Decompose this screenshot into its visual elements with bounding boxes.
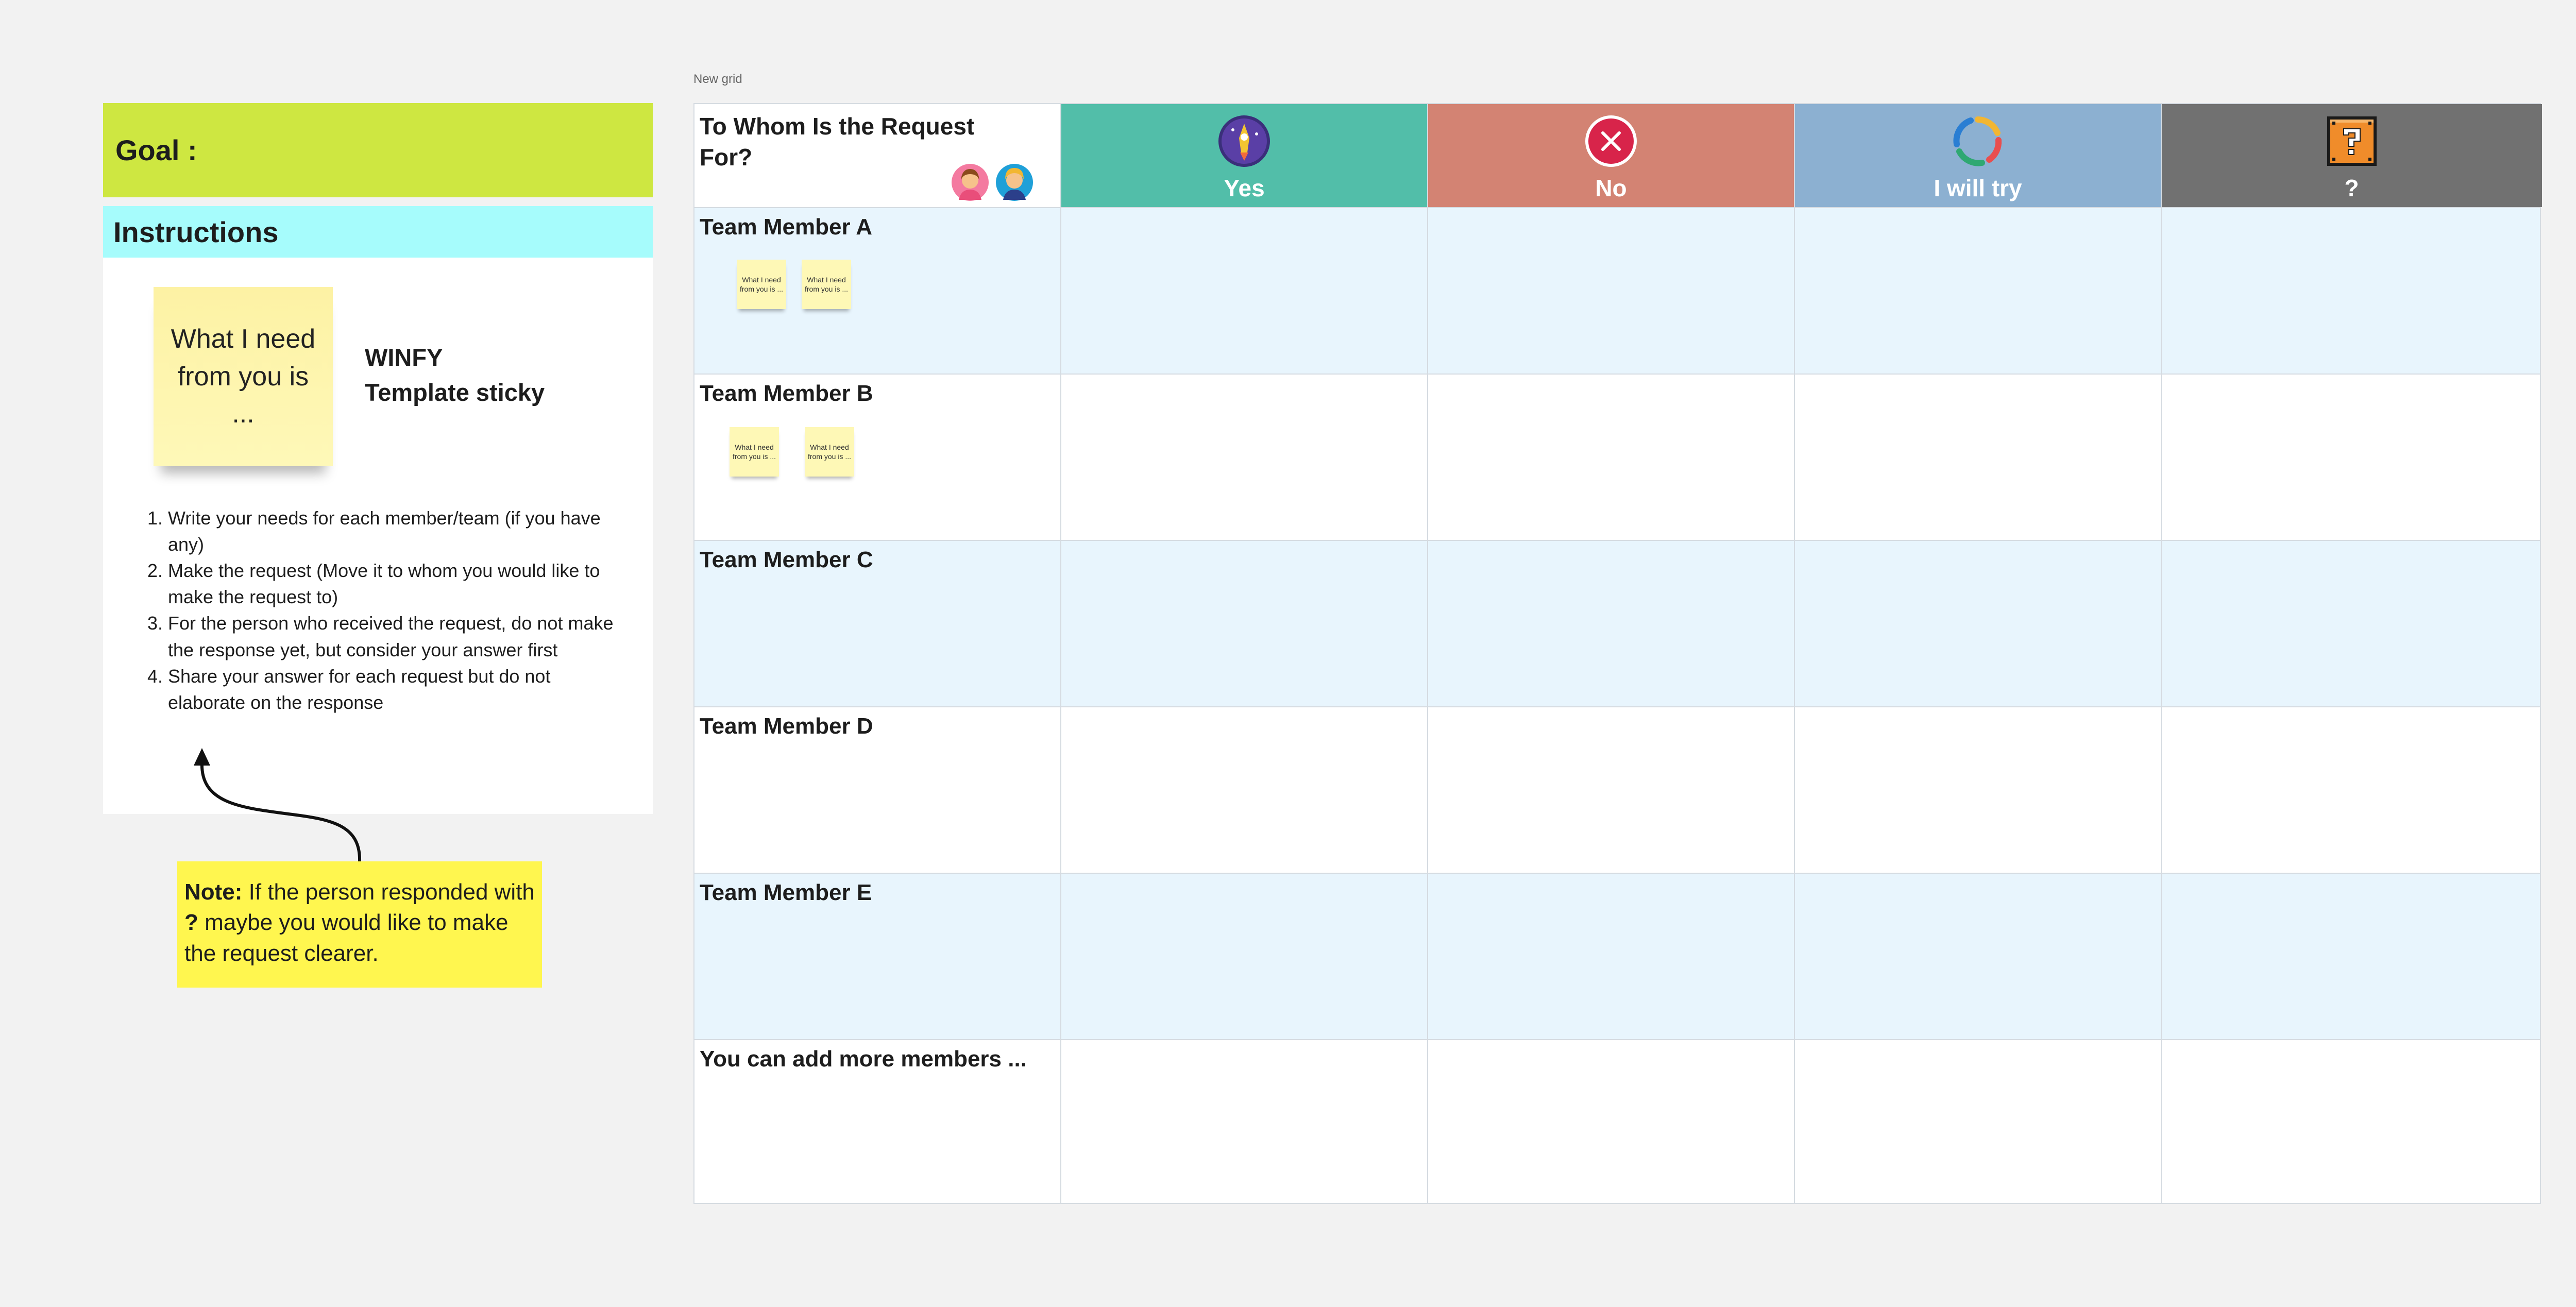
grid-caption[interactable]: New grid bbox=[693, 72, 742, 87]
corner-title: To Whom Is the Request For? bbox=[700, 113, 975, 171]
instructions-header[interactable]: Instructions bbox=[103, 206, 653, 258]
response-grid[interactable]: To Whom Is the Request For? Yes No I wil… bbox=[693, 103, 2542, 1204]
column-label-i-will-try: I will try bbox=[1934, 175, 2022, 201]
row-label: Team Member D bbox=[700, 714, 873, 739]
grid-divider bbox=[1060, 104, 1061, 1203]
grid-row-team-member-b[interactable]: Team Member B What I need from you is ..… bbox=[694, 374, 2540, 540]
row-label: Team Member B bbox=[700, 381, 873, 406]
note-bold-label: Note: bbox=[184, 879, 243, 905]
row-label: Team Member E bbox=[700, 880, 872, 905]
grid-row-add-more[interactable]: You can add more members ... bbox=[694, 1039, 2540, 1203]
grid-row-team-member-d[interactable]: Team Member D bbox=[694, 706, 2540, 873]
mini-sticky-note[interactable]: What I need from you is ... bbox=[730, 427, 779, 477]
note-question-mark: ? bbox=[184, 910, 198, 936]
template-sticky-note[interactable]: What I need from you is ... bbox=[154, 287, 333, 466]
winfy-title: WINFY bbox=[365, 344, 443, 371]
instruction-step: Write your needs for each member/team (i… bbox=[168, 505, 629, 557]
template-sticky-text: What I need from you is ... bbox=[171, 324, 316, 429]
instruction-step: Make the request (Move it to whom you wo… bbox=[168, 557, 629, 610]
red-x-circle-icon bbox=[1585, 115, 1637, 167]
note-text-before: If the person responded with bbox=[242, 879, 535, 905]
column-label-yes: Yes bbox=[1224, 175, 1265, 201]
rocket-badge-icon bbox=[1218, 115, 1270, 167]
grid-divider bbox=[2161, 104, 2162, 1203]
mini-sticky-note[interactable]: What I need from you is ... bbox=[802, 260, 851, 309]
instruction-steps: Write your needs for each member/team (i… bbox=[139, 505, 629, 716]
grid-corner-header[interactable]: To Whom Is the Request For? bbox=[694, 104, 1061, 207]
grid-divider bbox=[1427, 104, 1428, 1203]
avatar-group bbox=[951, 163, 1034, 202]
grid-row-team-member-c[interactable]: Team Member C bbox=[694, 540, 2540, 706]
curved-arrow-connector[interactable] bbox=[185, 747, 371, 871]
goal-header[interactable]: Goal : bbox=[103, 103, 653, 197]
note-text-after: maybe you would like to make the request… bbox=[184, 910, 509, 966]
row-label: Team Member A bbox=[700, 214, 872, 240]
grid-divider bbox=[1794, 104, 1795, 1203]
winfy-template-label: WINFY Template sticky bbox=[365, 340, 622, 410]
column-header-question[interactable]: ? bbox=[2161, 104, 2542, 207]
winfy-subtitle: Template sticky bbox=[365, 379, 545, 406]
row-label: Team Member C bbox=[700, 547, 873, 572]
mini-sticky-text: What I need from you is ... bbox=[732, 443, 776, 461]
note-sticky[interactable]: Note: If the person responded with ? may… bbox=[177, 861, 542, 988]
mini-sticky-text: What I need from you is ... bbox=[739, 275, 784, 293]
column-label-question: ? bbox=[2344, 175, 2359, 201]
column-header-i-will-try[interactable]: I will try bbox=[1794, 104, 2161, 207]
instructions-title: Instructions bbox=[113, 215, 279, 248]
mini-sticky-note[interactable]: What I need from you is ... bbox=[737, 260, 786, 309]
row-label: You can add more members ... bbox=[700, 1046, 1027, 1072]
column-header-no[interactable]: No bbox=[1428, 104, 1794, 207]
mini-sticky-text: What I need from you is ... bbox=[804, 275, 849, 293]
question-block-icon bbox=[2327, 116, 2377, 166]
man-avatar-icon bbox=[996, 164, 1033, 201]
grid-row-team-member-e[interactable]: Team Member E bbox=[694, 873, 2540, 1039]
grid-row-team-member-a[interactable]: Team Member A What I need from you is ..… bbox=[694, 207, 2540, 374]
column-label-no: No bbox=[1595, 175, 1627, 201]
colorful-ring-icon bbox=[1953, 116, 2002, 166]
instruction-step: For the person who received the request,… bbox=[168, 610, 629, 663]
goal-label: Goal : bbox=[115, 134, 197, 166]
column-header-yes[interactable]: Yes bbox=[1061, 104, 1428, 207]
mini-sticky-note[interactable]: What I need from you is ... bbox=[805, 427, 854, 477]
woman-avatar-icon bbox=[952, 164, 989, 201]
mini-sticky-text: What I need from you is ... bbox=[807, 443, 852, 461]
instruction-step: Share your answer for each request but d… bbox=[168, 663, 629, 716]
